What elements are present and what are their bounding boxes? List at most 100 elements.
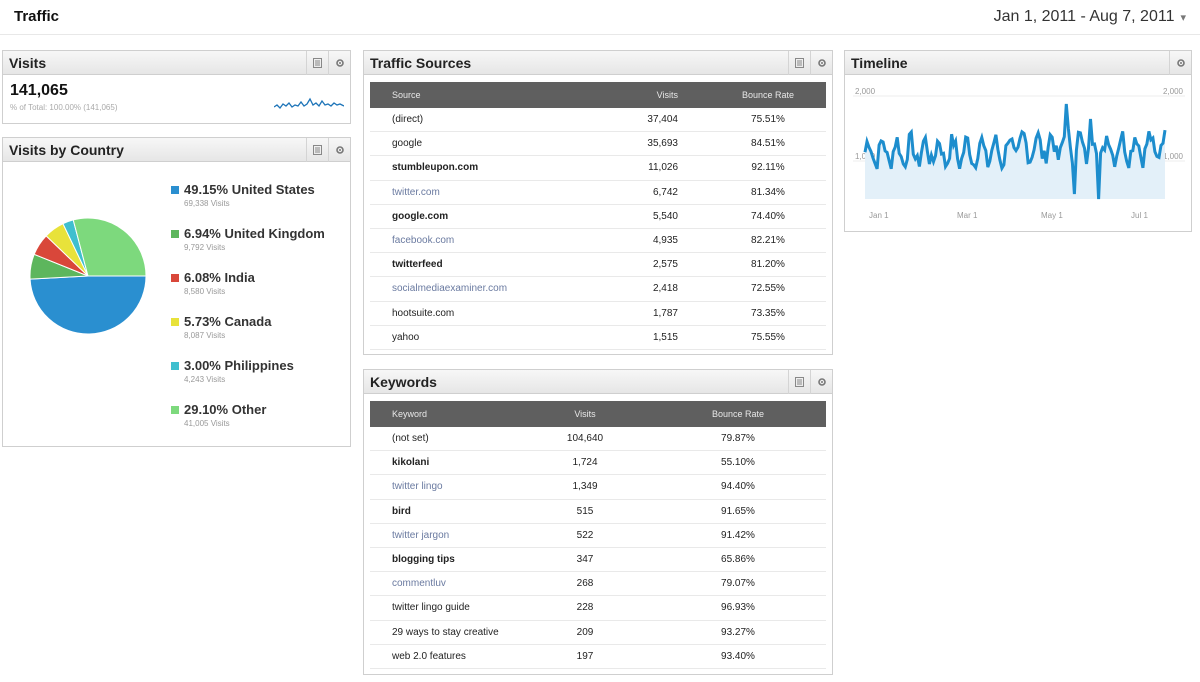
table-row[interactable]: yahoo 1,515 75.55% xyxy=(370,326,826,350)
row-bounce-rate: 84.51% xyxy=(751,138,785,150)
gear-icon[interactable] xyxy=(328,138,350,162)
legend-swatch xyxy=(171,273,179,282)
table-row[interactable]: google.com 5,540 74.40% xyxy=(370,205,826,229)
legend-swatch xyxy=(171,229,179,238)
table-row[interactable]: stumbleupon.com 11,026 92.11% xyxy=(370,156,826,181)
table-row[interactable]: commentluv 268 79.07% xyxy=(370,572,826,597)
x-axis-label: Jan 1 xyxy=(869,211,889,220)
table-row[interactable]: web 2.0 features 197 93.40% xyxy=(370,645,826,669)
row-visits: 515 xyxy=(576,505,594,517)
country-legend: 49.15% United States 69,338 Visits 6.94% U… xyxy=(171,182,325,446)
widget-header: Visits by Country xyxy=(3,138,350,162)
row-label-link[interactable]: (direct) xyxy=(370,114,600,125)
table-header: Source Visits Bounce Rate xyxy=(370,82,826,108)
row-visits: 5,540 xyxy=(652,210,678,222)
column-header-visits[interactable]: Visits xyxy=(600,90,690,100)
column-header-keyword[interactable]: Keyword xyxy=(370,409,550,419)
table-row[interactable]: twitter jargon 522 91.42% xyxy=(370,524,826,548)
row-label-link[interactable]: 29 ways to stay creative xyxy=(370,627,550,638)
row-visits: 1,515 xyxy=(652,331,678,343)
legend-label: 6.94% United Kingdom xyxy=(184,226,325,241)
table-row[interactable]: bird 515 91.65% xyxy=(370,500,826,524)
row-bounce-rate: 55.10% xyxy=(721,457,755,469)
report-icon[interactable] xyxy=(306,51,328,75)
legend-visits: 8,580 Visits xyxy=(184,287,226,296)
row-label-link[interactable]: twitter.com xyxy=(370,187,600,198)
row-label-link[interactable]: commentluv xyxy=(370,578,550,589)
report-icon[interactable] xyxy=(788,51,810,75)
widget-title: Traffic Sources xyxy=(370,55,472,71)
legend-visits: 8,087 Visits xyxy=(184,331,226,340)
table-row[interactable]: twitter lingo guide 228 96.93% xyxy=(370,596,826,621)
row-visits: 104,640 xyxy=(566,433,604,445)
timeline-chart: 2,000 1,000 2,000 1,000 Jan 1 Mar 1 May … xyxy=(853,81,1185,226)
widget-title: Timeline xyxy=(851,55,908,71)
legend-visits: 9,792 Visits xyxy=(184,243,226,252)
table-row[interactable]: twitter lingo 1,349 94.40% xyxy=(370,475,826,500)
row-label-link[interactable]: twitter lingo guide xyxy=(370,602,550,613)
row-bounce-rate: 82.21% xyxy=(751,235,785,247)
report-icon[interactable] xyxy=(788,370,810,394)
row-label-link[interactable]: google.com xyxy=(370,211,600,222)
keywords-table: Keyword Visits Bounce Rate (not set) 104,… xyxy=(370,401,826,669)
row-label-link[interactable]: stumbleupon.com xyxy=(370,162,600,173)
column-header-source[interactable]: Source xyxy=(370,90,600,100)
gear-icon[interactable] xyxy=(810,370,832,394)
gear-icon[interactable] xyxy=(810,51,832,75)
row-label-link[interactable]: twitter lingo xyxy=(370,481,550,492)
row-label-link[interactable]: kikolani xyxy=(370,457,550,468)
table-row[interactable]: twitterfeed 2,575 81.20% xyxy=(370,253,826,278)
column-header-bounce-rate[interactable]: Bounce Rate xyxy=(690,90,826,100)
widget-header: Traffic Sources xyxy=(364,51,832,75)
row-visits: 209 xyxy=(576,626,594,638)
table-row[interactable]: facebook.com 4,935 82.21% xyxy=(370,229,826,254)
table-row[interactable]: (direct) 37,404 75.51% xyxy=(370,108,826,133)
row-label-link[interactable]: yahoo xyxy=(370,332,600,343)
column-header-visits[interactable]: Visits xyxy=(550,409,620,419)
legend-swatch xyxy=(171,361,179,370)
table-row[interactable]: blogging tips 347 65.86% xyxy=(370,548,826,573)
pie-slice[interactable] xyxy=(29,275,147,335)
table-row[interactable]: (not set) 104,640 79.87% xyxy=(370,427,826,452)
table-row[interactable]: 29 ways to stay creative 209 93.27% xyxy=(370,621,826,645)
row-label-link[interactable]: bird xyxy=(370,506,550,517)
widget-header: Timeline xyxy=(845,51,1191,75)
row-bounce-rate: 79.07% xyxy=(721,578,755,590)
legend-item[interactable]: 3.00% Philippines 4,243 Visits xyxy=(171,358,325,402)
row-label-link[interactable]: hootsuite.com xyxy=(370,308,600,319)
table-row[interactable]: twitter.com 6,742 81.34% xyxy=(370,181,826,205)
visits-by-country-widget: Visits by Country 49.15% United States 69… xyxy=(2,137,351,447)
row-label-link[interactable]: socialmediaexaminer.com xyxy=(370,283,600,294)
table-row[interactable]: socialmediaexaminer.com 2,418 72.55% xyxy=(370,277,826,302)
row-label-link[interactable]: google xyxy=(370,138,600,149)
legend-item[interactable]: 6.08% India 8,580 Visits xyxy=(171,270,325,314)
row-label-link[interactable]: (not set) xyxy=(370,433,550,444)
table-row[interactable]: google 35,693 84.51% xyxy=(370,132,826,157)
row-visits: 228 xyxy=(576,602,594,614)
row-bounce-rate: 75.51% xyxy=(751,114,785,126)
row-bounce-rate: 72.55% xyxy=(751,283,785,295)
row-label-link[interactable]: twitter jargon xyxy=(370,530,550,541)
report-icon[interactable] xyxy=(306,138,328,162)
legend-label: 6.08% India xyxy=(184,270,255,285)
row-label-link[interactable]: web 2.0 features xyxy=(370,651,550,662)
row-bounce-rate: 91.42% xyxy=(721,529,755,541)
legend-swatch xyxy=(171,317,179,326)
table-row[interactable]: kikolani 1,724 55.10% xyxy=(370,451,826,476)
row-label-link[interactable]: blogging tips xyxy=(370,554,550,565)
row-visits: 522 xyxy=(576,529,594,541)
gear-icon[interactable] xyxy=(328,51,350,75)
legend-item[interactable]: 5.73% Canada 8,087 Visits xyxy=(171,314,325,358)
column-header-bounce-rate[interactable]: Bounce Rate xyxy=(620,409,826,419)
legend-item[interactable]: 29.10% Other 41,005 Visits xyxy=(171,402,325,446)
gear-icon[interactable] xyxy=(1169,51,1191,75)
table-row[interactable]: hootsuite.com 1,787 73.35% xyxy=(370,302,826,326)
row-label-link[interactable]: facebook.com xyxy=(370,235,600,246)
legend-visits: 4,243 Visits xyxy=(184,375,226,384)
header-divider xyxy=(0,34,1200,35)
legend-item[interactable]: 6.94% United Kingdom 9,792 Visits xyxy=(171,226,325,270)
legend-item[interactable]: 49.15% United States 69,338 Visits xyxy=(171,182,325,226)
date-range-picker[interactable]: Jan 1, 2011 - Aug 7, 2011 ▾ xyxy=(994,8,1186,26)
visits-total: 141,065 xyxy=(10,82,68,99)
row-label-link[interactable]: twitterfeed xyxy=(370,259,600,270)
